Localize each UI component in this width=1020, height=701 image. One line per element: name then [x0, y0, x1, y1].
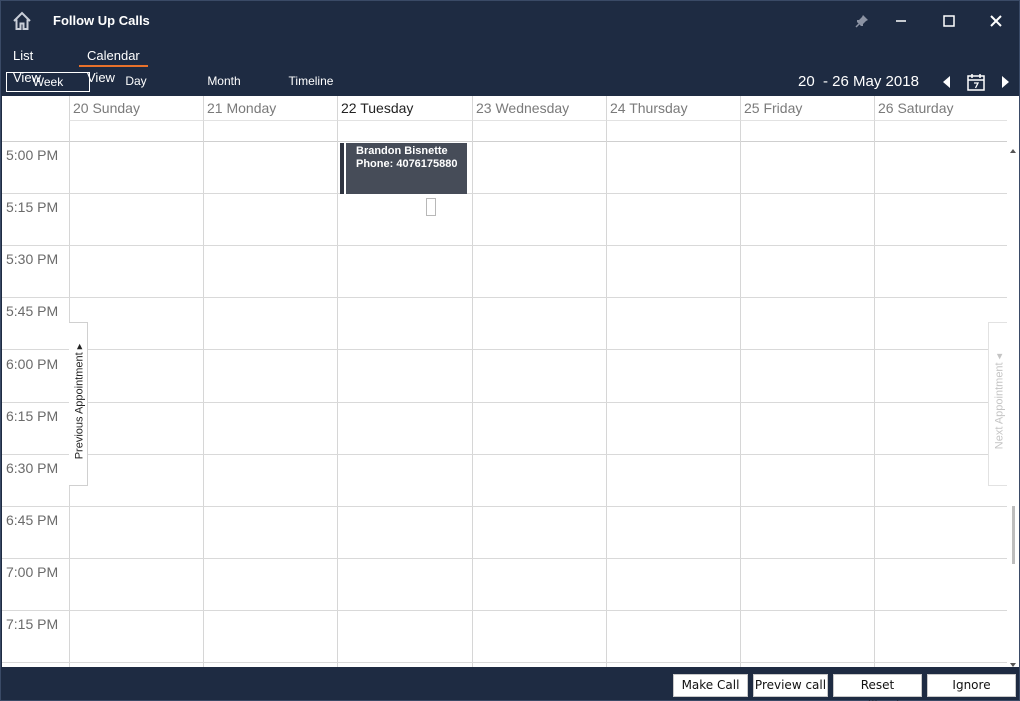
day-header-wednesday[interactable]: 23 Wednesday — [472, 96, 606, 120]
mode-month-button[interactable]: Month — [189, 72, 259, 92]
tab-list-view[interactable]: List View — [13, 45, 41, 85]
all-day-row — [2, 120, 1007, 142]
appointment-name: Brandon Bisnette — [356, 145, 448, 157]
time-grid[interactable]: 5:00 PM 5:15 PM 5:30 PM 5:45 PM 6:00 PM … — [2, 142, 1007, 667]
previous-appointment-button[interactable]: Previous Appointment ▸ — [69, 322, 88, 486]
title-bar: Follow Up Calls — [1, 1, 1019, 41]
day-header-saturday[interactable]: 26 Saturday — [874, 96, 1007, 120]
time-row: 6:45 PM — [2, 507, 1007, 559]
scroll-up-icon[interactable] — [1009, 142, 1017, 153]
next-appointment-text: Next Appointment — [993, 362, 1006, 450]
previous-week-icon[interactable] — [940, 74, 954, 90]
calendar-mode-bar: Week Day Month Timeline 20 - 26 May 2018 — [1, 71, 1019, 95]
time-row: 5:30 PM — [2, 246, 1007, 298]
time-label: 6:45 PM — [6, 512, 59, 528]
all-day-cell[interactable] — [69, 120, 203, 142]
time-label: 7:00 PM — [6, 564, 59, 580]
time-row: 6:15 PM — [2, 403, 1007, 455]
time-row: 6:00 PM — [2, 351, 1007, 403]
reset-callback-button[interactable]: Reset Callback — [833, 674, 922, 701]
day-header-sunday[interactable]: 20 Sunday — [69, 96, 203, 120]
day-header-tuesday[interactable]: 22 Tuesday — [337, 96, 472, 120]
day-header-monday[interactable]: 21 Monday — [203, 96, 337, 120]
tab-calendar-view[interactable]: Calendar View — [79, 45, 148, 85]
maximize-icon[interactable] — [937, 9, 961, 33]
time-label: 5:45 PM — [6, 303, 59, 319]
day-headers: 20 Sunday 21 Monday 22 Tuesday 23 Wednes… — [2, 96, 1007, 120]
time-label: 6:00 PM — [6, 356, 59, 372]
next-appointment-button[interactable]: Next Appointment ◂ — [988, 322, 1007, 486]
close-icon[interactable] — [984, 9, 1008, 33]
minimize-icon[interactable] — [889, 9, 913, 33]
time-row: 7:00 PM — [2, 559, 1007, 611]
preview-call-button[interactable]: Preview call — [753, 674, 828, 697]
time-row: 7:15 PM — [2, 611, 1007, 663]
appointment-resize-handle[interactable] — [426, 198, 436, 216]
mode-day-button[interactable]: Day — [101, 72, 171, 92]
make-call-button[interactable]: Make Call — [673, 674, 748, 697]
previous-appointment-label: Previous Appointment ▸ — [73, 343, 86, 460]
appointment-card[interactable]: Brandon Bisnette Phone: 4076175880 — [340, 143, 467, 194]
time-label: 7:15 PM — [6, 616, 59, 632]
mode-week-button[interactable]: Week — [6, 72, 90, 92]
day-header-thursday[interactable]: 24 Thursday — [606, 96, 740, 120]
ignore-button[interactable]: Ignore — [927, 674, 1016, 697]
time-label: 5:30 PM — [6, 251, 59, 267]
time-label: 6:30 PM — [6, 460, 59, 476]
all-day-cell[interactable] — [337, 120, 472, 142]
all-day-cell[interactable] — [472, 120, 606, 142]
mode-timeline-button[interactable]: Timeline — [276, 72, 346, 92]
vertical-scrollbar[interactable] — [1007, 142, 1019, 667]
calendar-picker-icon[interactable] — [966, 72, 986, 92]
follow-up-calls-window: Follow Up Calls List View Calendar View … — [0, 0, 1020, 701]
time-label: 6:15 PM — [6, 408, 59, 424]
next-week-icon[interactable] — [998, 74, 1012, 90]
time-row: 5:45 PM — [2, 298, 1007, 350]
window-title: Follow Up Calls — [53, 13, 150, 28]
week-calendar: 20 Sunday 21 Monday 22 Tuesday 23 Wednes… — [2, 96, 1019, 667]
action-footer: Make Call Preview call Reset Callback Ig… — [1, 667, 1019, 701]
appointment-phone: Phone: 4076175880 — [356, 158, 458, 170]
previous-appointment-text: Previous Appointment — [73, 352, 86, 460]
time-row: 5:00 PM — [2, 142, 1007, 194]
date-range-label: 20 - 26 May 2018 — [798, 73, 919, 90]
all-day-cell[interactable] — [606, 120, 740, 142]
time-label: 5:15 PM — [6, 199, 59, 215]
home-icon[interactable] — [12, 11, 32, 31]
scroll-down-icon[interactable] — [1009, 656, 1017, 667]
scrollbar-thumb[interactable] — [1012, 506, 1015, 564]
all-day-cell[interactable] — [203, 120, 337, 142]
all-day-cell[interactable] — [740, 120, 874, 142]
next-appointment-label: Next Appointment ◂ — [993, 353, 1006, 450]
day-header-friday[interactable]: 25 Friday — [740, 96, 874, 120]
time-label: 5:00 PM — [6, 147, 59, 163]
all-day-cell[interactable] — [874, 120, 1007, 142]
time-row: 6:30 PM — [2, 455, 1007, 507]
time-row: 5:15 PM — [2, 194, 1007, 246]
pin-icon[interactable] — [850, 9, 874, 33]
